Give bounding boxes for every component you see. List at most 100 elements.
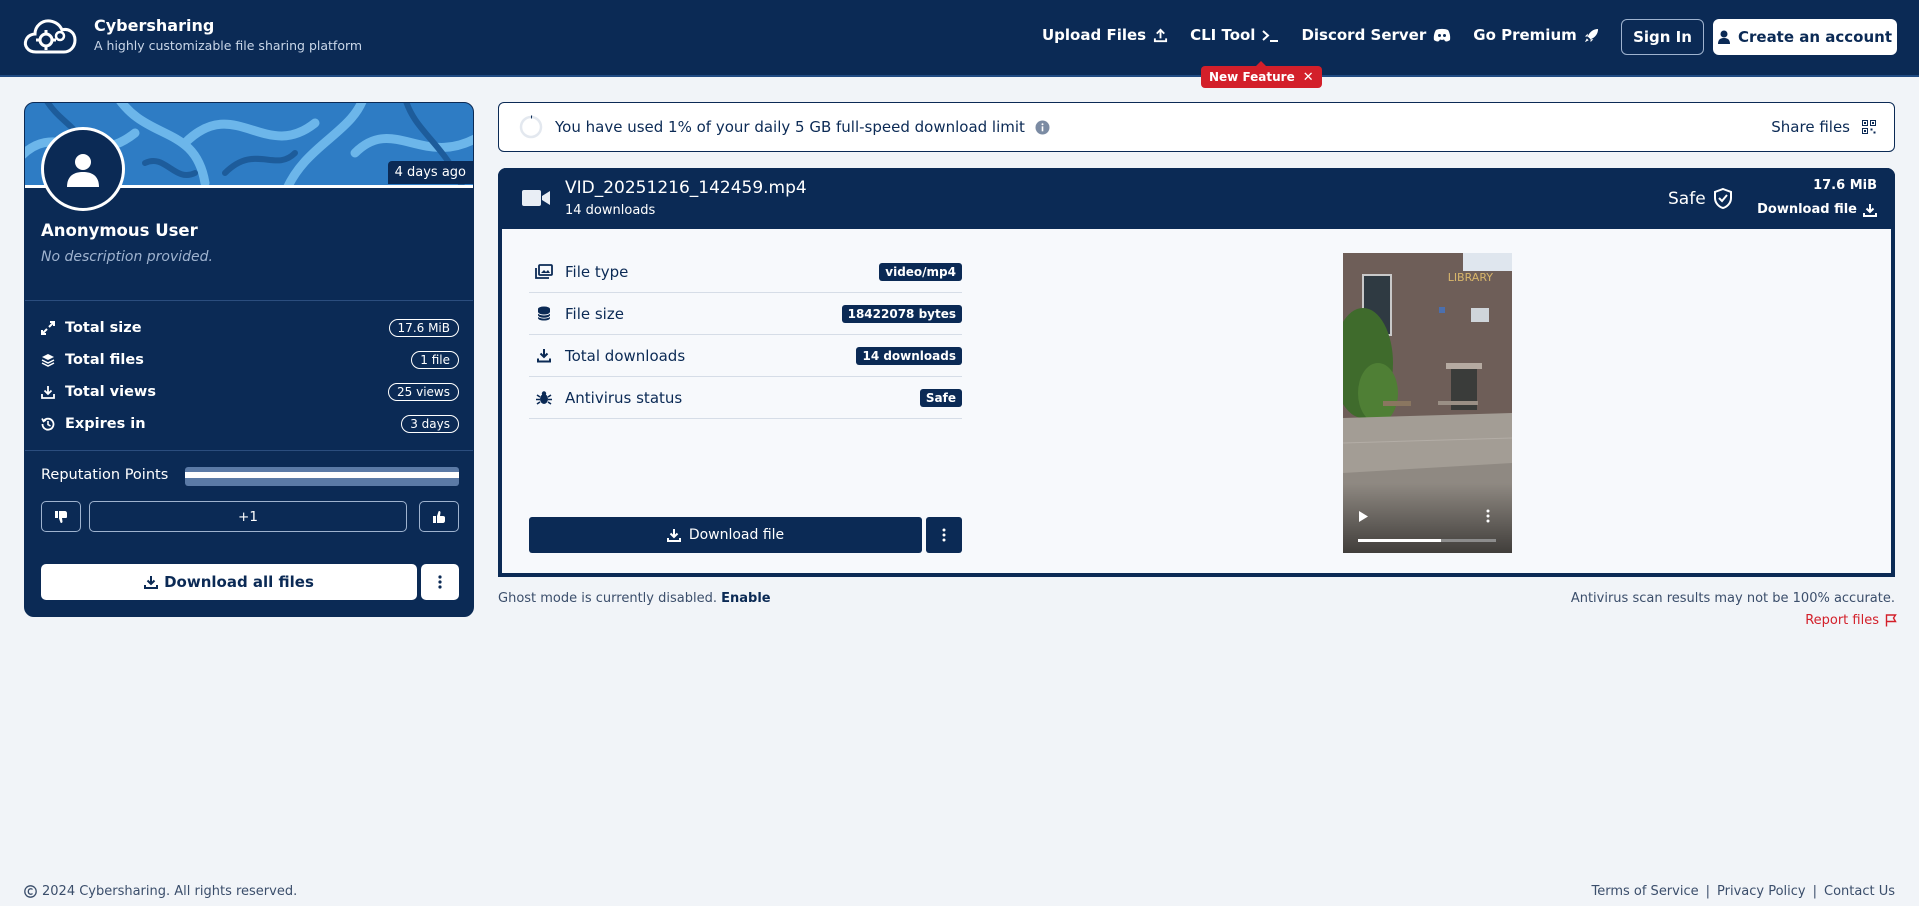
ghost-mode-note: Ghost mode is currently disabled. Enable: [498, 591, 771, 606]
download-icon: [537, 349, 551, 363]
reputation-score: +1: [89, 501, 407, 532]
stat-value: 25 views: [388, 383, 459, 401]
safe-label: Safe: [1668, 188, 1706, 209]
footer-links: Terms of Service | Privacy Policy | Contact …: [1591, 884, 1895, 899]
reputation-label: Reputation Points: [41, 467, 169, 483]
cloud-gear-logo-icon: [23, 19, 77, 54]
nav-discord-label: Discord Server: [1301, 26, 1427, 44]
downvote-button[interactable]: [41, 501, 81, 532]
report-files-label: Report files: [1805, 613, 1879, 628]
images-icon: [535, 264, 553, 279]
meta-file-size: File size 18422078 bytes: [529, 293, 962, 335]
download-file-button[interactable]: Download file: [529, 517, 922, 553]
meta-label: File type: [565, 262, 629, 281]
info-icon[interactable]: [1035, 120, 1050, 135]
usage-ring-icon: [519, 115, 543, 139]
video-progress-fill: [1358, 539, 1441, 542]
meta-total-downloads: Total downloads 14 downloads: [529, 335, 962, 377]
meta-value: video/mp4: [879, 262, 962, 281]
antivirus-note: Antivirus scan results may not be 100% a…: [1570, 591, 1895, 606]
nav-cli-label: CLI Tool: [1190, 26, 1256, 44]
enable-ghost-link[interactable]: Enable: [721, 591, 771, 606]
meta-value: Safe: [919, 388, 962, 407]
stat-label: Total files: [65, 352, 144, 368]
qr-code-icon: [1862, 120, 1876, 134]
meta-value: 18422078 bytes: [841, 304, 962, 323]
stat-value: 1 file: [411, 351, 459, 369]
thumbs-down-icon: [55, 510, 67, 523]
download-all-label: Download all files: [164, 573, 314, 591]
terminal-icon: [1262, 29, 1279, 42]
download-file-link[interactable]: Download file: [1757, 202, 1877, 217]
kebab-menu-icon: [942, 528, 946, 542]
play-icon[interactable]: [1358, 510, 1369, 523]
create-account-button[interactable]: Create an account: [1713, 19, 1897, 55]
stat-total-views: Total views 25 views: [41, 380, 459, 404]
rocket-icon: [1584, 28, 1598, 42]
meta-value: 14 downloads: [856, 346, 962, 365]
safe-status: Safe: [1668, 188, 1732, 209]
kebab-menu-icon: [438, 575, 442, 589]
expand-icon: [41, 321, 55, 335]
nav-discord-server[interactable]: Discord Server: [1301, 26, 1451, 44]
discord-icon: [1434, 28, 1451, 42]
footer-link-terms[interactable]: Terms of Service: [1591, 884, 1698, 899]
new-feature-badge[interactable]: New Feature ✕: [1201, 61, 1322, 88]
close-icon[interactable]: ✕: [1303, 70, 1314, 85]
download-icon: [144, 576, 159, 589]
video-progress-track[interactable]: [1358, 539, 1496, 542]
nav-upload-files[interactable]: Upload Files: [1042, 26, 1168, 44]
main-nav: Upload Files CLI Tool Discord Server Go …: [1042, 26, 1621, 44]
download-icon: [666, 529, 681, 542]
brand-tagline: A highly customizable file sharing platf…: [94, 38, 363, 53]
download-all-button[interactable]: Download all files: [41, 564, 417, 600]
file-size-top: 17.6 MiB: [1813, 178, 1877, 193]
download-quota-bar: You have used 1% of your daily 5 GB full…: [498, 102, 1895, 152]
new-feature-label: New Feature: [1209, 70, 1295, 84]
ghost-mode-text: Ghost mode is currently disabled.: [498, 591, 717, 606]
upvote-button[interactable]: [419, 501, 459, 532]
brand-name: Cybersharing: [94, 16, 215, 35]
download-icon: [1863, 203, 1877, 217]
more-options-button[interactable]: [421, 564, 459, 600]
download-icon: [41, 386, 55, 399]
copyright-text: 2024 Cybersharing. All rights reserved.: [42, 884, 298, 899]
sign-in-button[interactable]: Sign In: [1621, 19, 1704, 55]
meta-antivirus-status: Antivirus status Safe: [529, 377, 962, 419]
meta-label: Antivirus status: [565, 388, 683, 407]
upload-time-badge: 4 days ago: [387, 161, 473, 184]
share-files-button[interactable]: Share files: [1771, 118, 1876, 136]
nav-go-premium[interactable]: Go Premium: [1473, 26, 1598, 44]
video-camera-icon: [522, 190, 550, 206]
user-avatar-icon: [67, 154, 99, 187]
file-panel: VID_20251216_142459.mp4 14 downloads Saf…: [498, 168, 1895, 577]
download-file-button-label: Download file: [688, 527, 785, 543]
download-file-label: Download file: [1757, 202, 1857, 217]
footer-link-contact[interactable]: Contact Us: [1824, 884, 1895, 899]
nav-upload-label: Upload Files: [1042, 26, 1147, 44]
profile-card: 4 days ago Anonymous User No description…: [24, 102, 474, 617]
layers-icon: [41, 354, 55, 367]
thumbs-up-icon: [433, 510, 445, 523]
brand[interactable]: Cybersharing A highly customizable file …: [22, 16, 362, 56]
nav-cli-tool[interactable]: CLI Tool: [1190, 26, 1279, 44]
stat-label: Total views: [65, 384, 156, 400]
file-more-options-button[interactable]: [926, 517, 962, 553]
video-player[interactable]: LIBRARY: [1343, 253, 1512, 553]
library-sign-text: LIBRARY: [1448, 271, 1494, 284]
profile-name: Anonymous User: [41, 221, 198, 240]
user-icon: [1717, 30, 1730, 44]
stat-label: Expires in: [65, 416, 146, 432]
shield-check-icon: [1713, 188, 1732, 209]
footer-link-privacy[interactable]: Privacy Policy: [1717, 884, 1806, 899]
file-download-count: 14 downloads: [565, 203, 656, 218]
video-menu-icon[interactable]: [1486, 509, 1490, 523]
stat-value: 17.6 MiB: [388, 319, 459, 337]
avatar[interactable]: [41, 127, 125, 211]
flag-icon: [1885, 614, 1897, 627]
upload-icon: [1154, 28, 1168, 42]
meta-label: File size: [565, 304, 624, 323]
top-header: Cybersharing A highly customizable file …: [0, 0, 1919, 77]
report-files-link[interactable]: Report files: [1805, 613, 1897, 628]
bug-icon: [536, 391, 552, 405]
